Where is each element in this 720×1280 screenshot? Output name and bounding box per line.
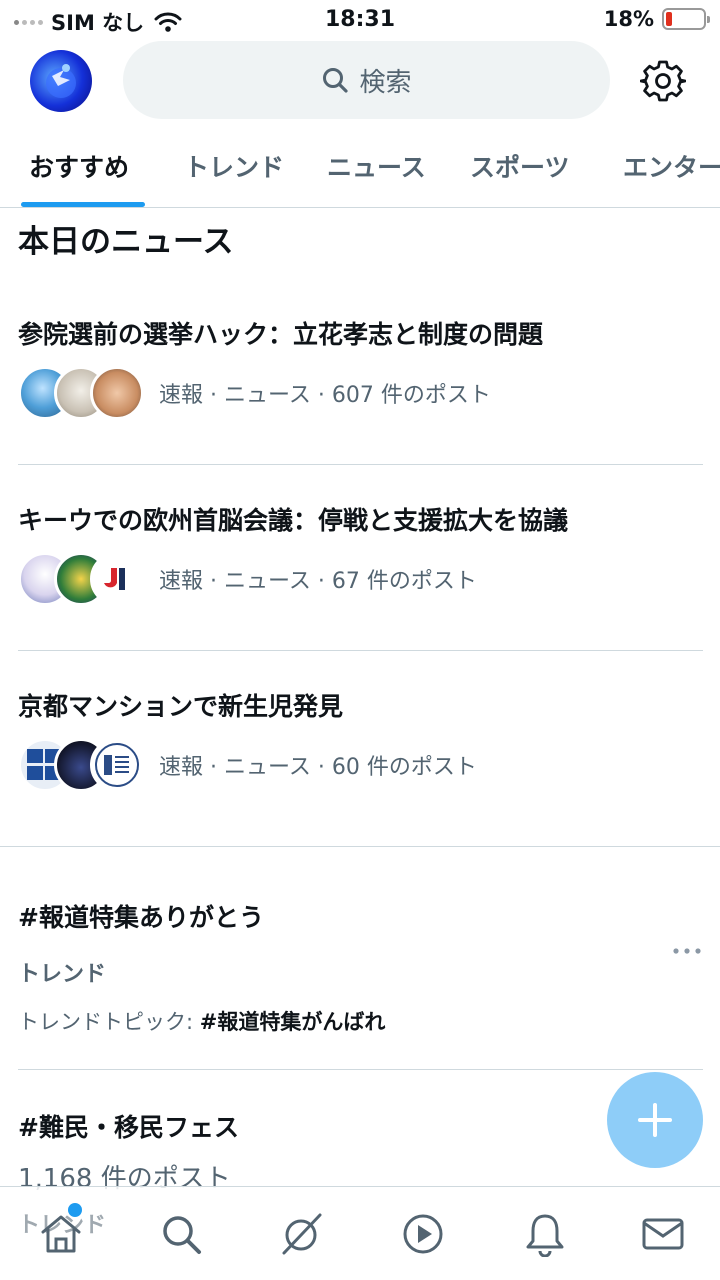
avatar-stack — [18, 552, 146, 606]
divider — [18, 464, 703, 465]
trend-category: トレンド — [18, 962, 107, 987]
news-item[interactable]: キーウでの欧州首脳会議：停戦と支援拡大を協議 速報 · ニュース · 67 件の… — [18, 504, 703, 606]
section-divider — [0, 846, 720, 847]
news-section-title: 本日のニュース — [18, 224, 234, 260]
status-bar: SIM なし 18:31 18% — [0, 0, 720, 40]
bell-icon[interactable] — [522, 1211, 568, 1257]
news-meta-text: 速報 · ニュース · 67 件のポスト — [159, 569, 477, 594]
avatar-stack — [18, 366, 146, 420]
trend-topic: トレンドトピック: #報道特集がんばれ — [18, 1006, 703, 1036]
tab-news[interactable]: ニュース — [327, 148, 426, 184]
trend-topic-label: トレンドトピック: — [18, 1010, 200, 1034]
more-icon[interactable] — [671, 946, 703, 956]
trend-title: #難民・移民フェス — [18, 1113, 239, 1142]
search-input[interactable]: 検索 — [123, 41, 610, 119]
news-meta-text: 速報 · ニュース · 60 件のポスト — [159, 755, 477, 780]
tab-recommended[interactable]: おすすめ — [29, 148, 129, 184]
news-meta: 速報 · ニュース · 67 件のポスト — [18, 552, 703, 606]
news-title: 京都マンションで新生児発見 — [18, 692, 344, 721]
news-title: 参院選前の選挙ハック：立花孝志と制度の問題 — [18, 320, 544, 349]
avatar-stack — [18, 738, 146, 792]
news-title: キーウでの欧州首脳会議：停戦と支援拡大を協議 — [18, 506, 569, 535]
gear-icon[interactable] — [640, 58, 686, 104]
trend-topic-value: #報道特集がんばれ — [199, 1010, 386, 1034]
compose-button[interactable] — [607, 1072, 703, 1168]
battery-percent: 18% — [603, 7, 654, 31]
tab-sports[interactable]: スポーツ — [470, 148, 570, 184]
explore-tabs: おすすめ トレンド ニュース スポーツ エンター — [0, 122, 720, 208]
sankei-logo-icon — [95, 743, 139, 787]
home-icon[interactable] — [38, 1211, 84, 1257]
avatar — [90, 552, 144, 606]
bottom-nav: トレンド — [0, 1186, 720, 1280]
grok-icon[interactable] — [278, 1211, 324, 1257]
active-tab-indicator — [21, 202, 145, 207]
plus-icon — [638, 1103, 672, 1137]
news-item[interactable]: 参院選前の選挙ハック：立花孝志と制度の問題 速報 · ニュース · 607 件の… — [18, 318, 703, 420]
tab-trending[interactable]: トレンド — [184, 148, 284, 184]
search-placeholder: 検索 — [359, 67, 412, 98]
profile-avatar[interactable] — [30, 50, 92, 112]
avatar — [90, 738, 144, 792]
news-meta: 速報 · ニュース · 60 件のポスト — [18, 738, 703, 792]
news-meta-text: 速報 · ニュース · 607 件のポスト — [159, 383, 491, 408]
tab-entertainment[interactable]: エンター — [623, 148, 720, 184]
search-icon[interactable] — [158, 1211, 204, 1257]
play-icon[interactable] — [400, 1211, 446, 1257]
news-item[interactable]: 京都マンションで新生児発見 速報 · ニュース · 60 件のポスト — [18, 690, 703, 792]
search-icon — [323, 68, 349, 93]
mail-icon[interactable] — [640, 1211, 686, 1257]
trend-item[interactable]: #難民・移民フェス 1,168 件のポスト — [18, 1108, 239, 1195]
divider — [18, 650, 703, 651]
trend-title: #報道特集ありがとう — [18, 903, 264, 932]
battery-icon — [662, 8, 710, 30]
avatar — [90, 366, 144, 420]
divider — [18, 1069, 703, 1070]
bird-avatar-icon — [46, 64, 76, 98]
top-header: 検索 — [0, 40, 720, 122]
news-logo-icon — [104, 568, 125, 590]
trend-item[interactable]: #報道特集ありがとう トレンド トレンドトピック: #報道特集がんばれ — [18, 898, 703, 1036]
battery-level — [666, 12, 672, 26]
status-right: 18% — [603, 7, 710, 31]
news-meta: 速報 · ニュース · 607 件のポスト — [18, 366, 703, 420]
